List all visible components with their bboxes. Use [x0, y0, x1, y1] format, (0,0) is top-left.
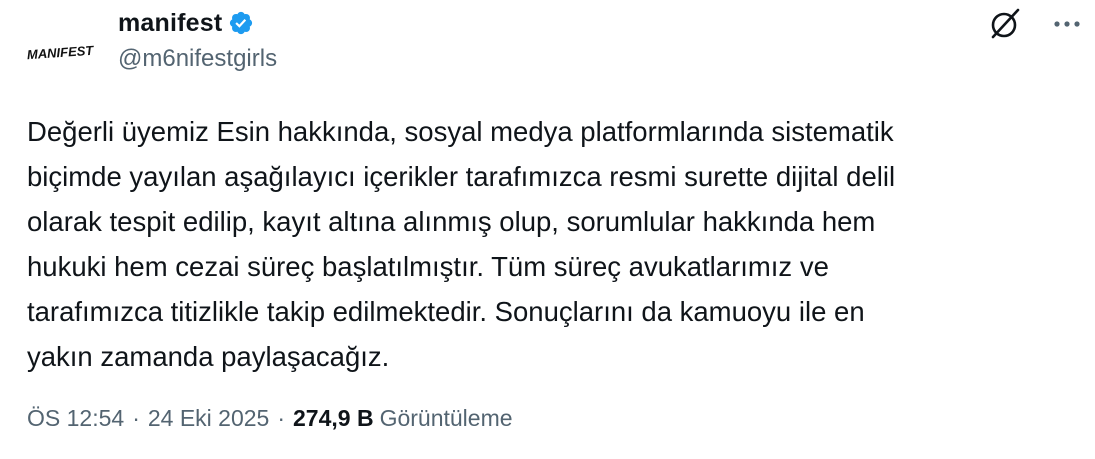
- views-label: Görüntüleme: [379, 405, 513, 431]
- tweet-meta: ÖS 12:54 · 24 Eki 2025 · 274,9 B Görüntü…: [27, 405, 513, 432]
- user-handle[interactable]: @m6nifestgirls: [118, 44, 277, 74]
- meta-separator: ·: [132, 405, 140, 431]
- tweet-date[interactable]: 24 Eki 2025: [148, 405, 269, 432]
- more-options-icon[interactable]: [1049, 6, 1085, 42]
- name-row: manifest: [118, 2, 277, 44]
- verified-badge-icon[interactable]: [228, 10, 254, 36]
- avatar[interactable]: MANIFEST: [19, 10, 101, 92]
- grok-icon[interactable]: [987, 6, 1023, 42]
- svg-text:MANIFEST: MANIFEST: [26, 43, 94, 63]
- views-count: 274,9 B: [293, 405, 374, 431]
- tweet-header: manifest @m6nifestgirls: [118, 2, 277, 74]
- tweet-text: Değerli üyemiz Esin hakkında, sosyal med…: [27, 116, 896, 372]
- meta-separator: ·: [277, 405, 286, 431]
- top-actions: [987, 6, 1085, 42]
- tweet-card: MANIFEST manifest @m6nifestgirls Değerli…: [0, 0, 1095, 459]
- display-name[interactable]: manifest: [118, 9, 222, 38]
- tweet-time[interactable]: ÖS 12:54: [27, 405, 124, 432]
- avatar-logo: MANIFEST: [26, 43, 94, 63]
